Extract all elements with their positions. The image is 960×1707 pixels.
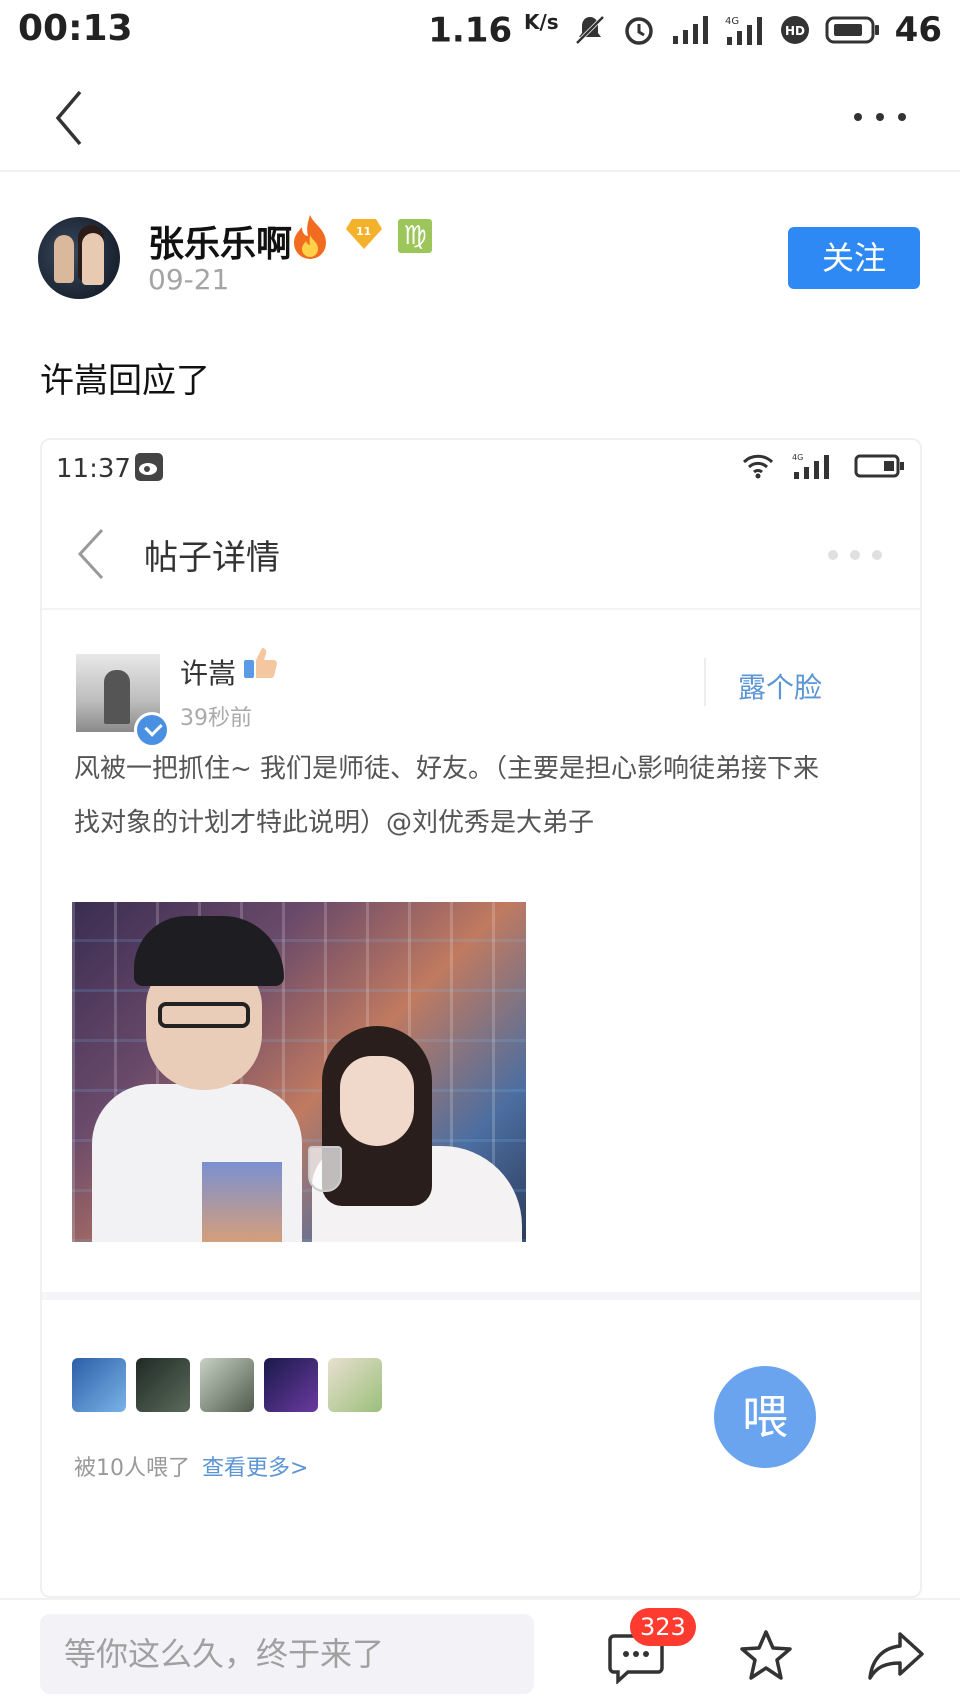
- favorite-button[interactable]: [738, 1628, 794, 1684]
- mute-icon: [575, 15, 605, 45]
- svg-text:HD: HD: [785, 24, 805, 38]
- alarm-icon: [624, 17, 653, 45]
- battery-icon: [854, 454, 904, 478]
- svg-text:4G: 4G: [725, 16, 739, 27]
- nav-bar: [0, 62, 960, 172]
- back-icon: [55, 90, 82, 146]
- more-button[interactable]: [850, 102, 910, 132]
- photo-person-man: [92, 916, 302, 1242]
- wifi-icon: [742, 454, 774, 479]
- embedded-author-row: 许嵩 39秒前 露个脸: [42, 640, 920, 748]
- embedded-status-icons: 4G: [742, 452, 906, 480]
- 4g-signal-icon: 4G: [725, 16, 762, 45]
- fed-count: 被10人喂了: [74, 1456, 190, 1481]
- comment-input[interactable]: 等你这么久，终于来了: [40, 1614, 534, 1694]
- network-speed-value: 1.16: [428, 10, 513, 51]
- share-icon: [868, 1632, 924, 1680]
- level-badge-number: 11: [356, 225, 371, 238]
- battery-level: 46: [894, 10, 942, 50]
- author-row: 张乐乐啊 11 ♍ 09-21 关注: [0, 195, 960, 305]
- embedded-nav: 帖子详情: [42, 500, 920, 610]
- battery-icon: [825, 16, 879, 44]
- thumbs-up-icon: [244, 648, 277, 678]
- more-icon: [854, 113, 906, 121]
- network-speed: 1.16 K/s: [428, 10, 558, 50]
- follow-button[interactable]: 关注: [788, 227, 920, 289]
- back-button[interactable]: [50, 84, 100, 154]
- embedded-posted-time: 39秒前: [180, 706, 252, 731]
- svg-text:4G: 4G: [792, 453, 803, 462]
- status-time: 00:13: [18, 8, 133, 49]
- network-speed-unit: K/s: [523, 9, 559, 34]
- embedded-post-body: 风被一把抓住~ 我们是师徒、好友。（主要是担心影响徒弟接下来找对象的计划才特此说…: [74, 754, 820, 838]
- embedded-photo: [72, 902, 526, 1242]
- hd-icon: HD: [780, 16, 809, 44]
- zodiac-badge: ♍: [398, 219, 432, 253]
- embedded-feed-button: 喂: [714, 1366, 816, 1468]
- embedded-author-name: 许嵩: [180, 657, 237, 690]
- fire-icon: [294, 215, 326, 259]
- signal-icon: [672, 16, 708, 44]
- embedded-peek-button: 露个脸: [738, 671, 823, 704]
- embedded-status-bar: 11:37 4G: [42, 440, 920, 498]
- status-bar: 00:13 1.16 K/s 4G HD 46: [0, 0, 960, 60]
- fed-summary: 被10人喂了 查看更多>: [74, 1450, 308, 1482]
- author-name[interactable]: 张乐乐啊: [148, 215, 292, 267]
- embedded-time: 11:37: [56, 454, 131, 484]
- level-badge-icon: 11: [346, 219, 382, 249]
- star-icon: [740, 1630, 792, 1680]
- 4g-signal-icon: 4G: [792, 453, 829, 479]
- embedded-separator: [42, 1292, 920, 1300]
- feeder-avatars: [72, 1358, 382, 1412]
- post-date: 09-21: [148, 263, 230, 296]
- share-button[interactable]: [866, 1628, 926, 1684]
- embedded-back-icon: [77, 528, 104, 580]
- weibo-icon: [135, 453, 163, 481]
- photo-person-woman: [302, 1026, 522, 1242]
- embedded-more-icon: [828, 550, 882, 560]
- comment-count-badge: 323: [630, 1608, 696, 1646]
- bottom-bar: 等你这么久，终于来了 323: [0, 1598, 960, 1707]
- author-avatar[interactable]: [38, 217, 120, 299]
- embedded-divider: [704, 658, 706, 706]
- status-icons: 1.16 K/s 4G HD 46: [428, 8, 942, 52]
- see-more-link: 查看更多>: [202, 1456, 309, 1481]
- post-text: 许嵩回应了: [40, 361, 210, 401]
- post-image-screenshot[interactable]: 11:37 4G 帖子详情 许嵩 39秒前 露个脸 风被一把抓住~ 我们是师徒、…: [40, 438, 922, 1598]
- embedded-page-title: 帖子详情: [144, 538, 280, 578]
